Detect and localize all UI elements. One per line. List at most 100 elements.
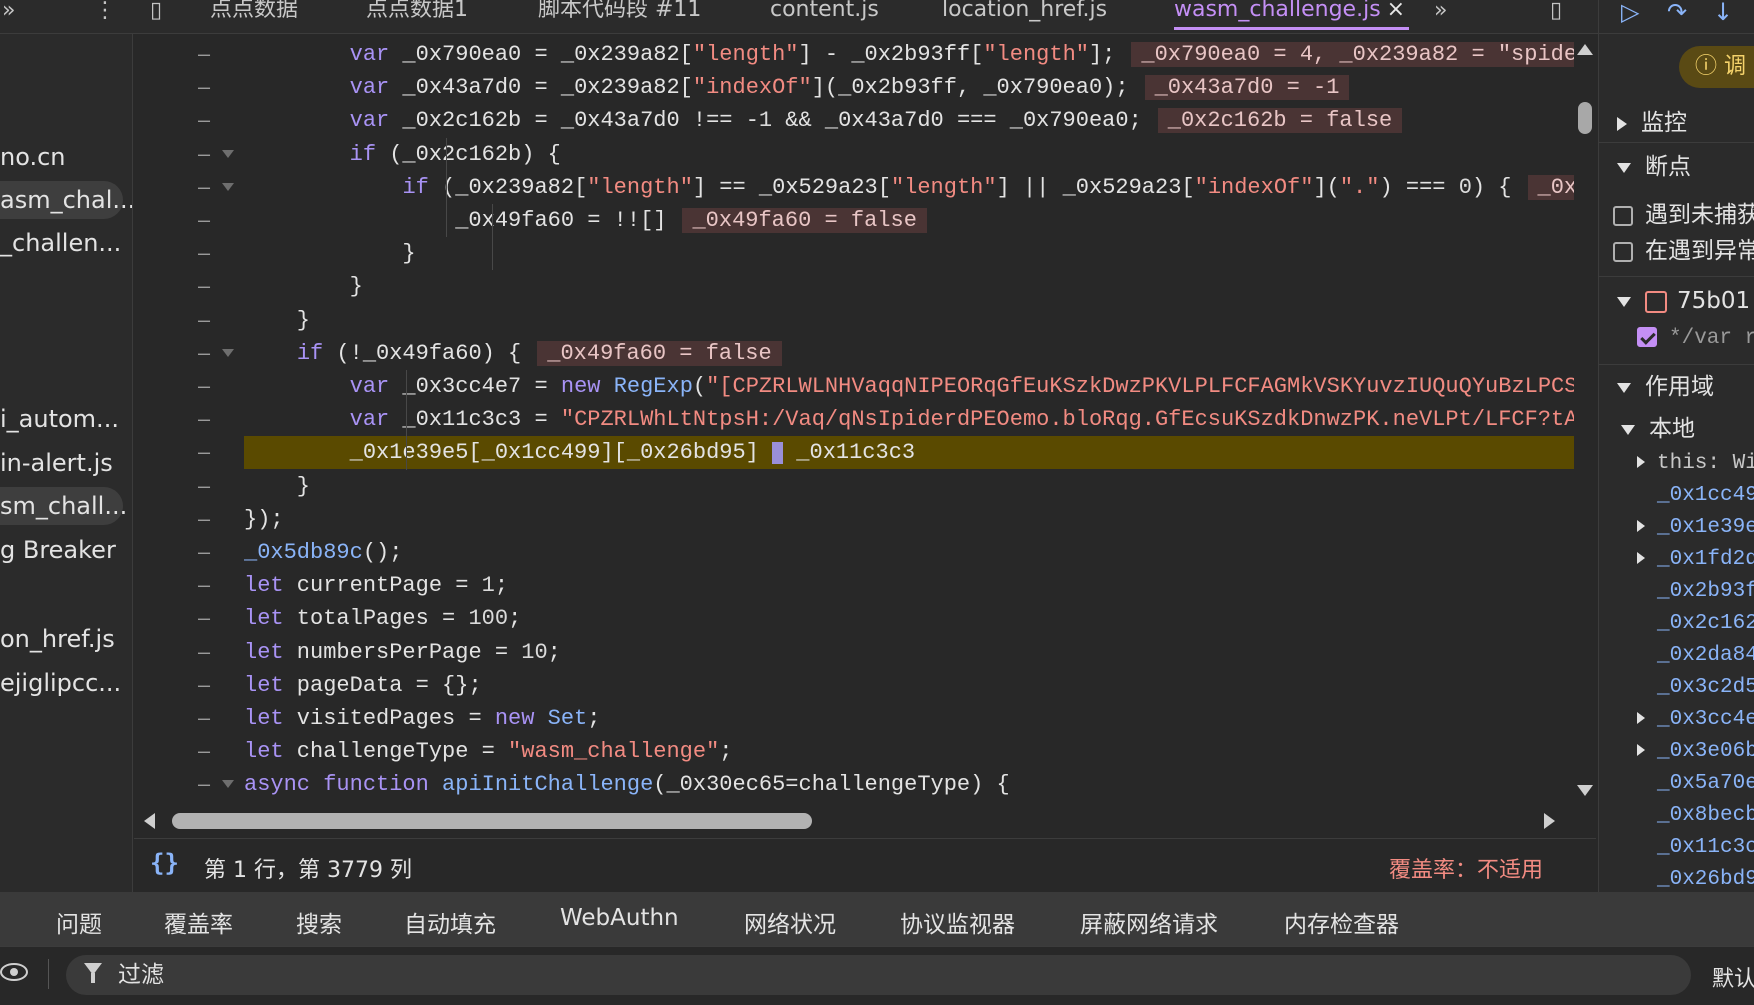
scope-variable[interactable]: _0x1cc49 <box>1657 480 1754 512</box>
code-area[interactable]: var _0x790ea0 = _0x239a82["length"] - _0… <box>244 34 1574 804</box>
gutter-row[interactable]: – <box>134 735 244 768</box>
scope-variable[interactable]: _0x1e39e <box>1637 512 1754 544</box>
kebab-menu-icon[interactable]: ⋮ <box>94 0 116 24</box>
console-filter[interactable] <box>66 955 1691 995</box>
drawer-tab-request-blocking[interactable]: 屏蔽网络请求 <box>1080 905 1218 939</box>
fold-icon[interactable] <box>222 348 234 357</box>
scope-variable[interactable]: _0x3cc4e <box>1637 704 1754 736</box>
expand-icon[interactable] <box>1637 552 1645 565</box>
navigator-item[interactable]: asm_chal... <box>0 181 132 219</box>
navigator-item[interactable]: ejiglipcc... <box>0 664 121 702</box>
gutter-row[interactable]: – <box>134 304 244 337</box>
gutter-row[interactable]: – <box>134 636 244 669</box>
debugger-paused-badge[interactable]: ⓘ 调 <box>1679 46 1754 88</box>
scope-variable[interactable]: _0x3c2d5 <box>1657 672 1754 704</box>
code-editor[interactable]: – – – – – – – – – – – – – – – – – – – – – – – var _0x790ea0 = … <box>134 34 1596 804</box>
gutter-row[interactable]: – <box>134 171 244 204</box>
gutter-row[interactable]: – <box>134 104 244 137</box>
log-levels-dropdown[interactable]: 默认 <box>1712 961 1754 993</box>
pause-caught-option[interactable]: 在遇到异常 <box>1599 234 1754 268</box>
horizontal-scrollbar[interactable] <box>134 808 1596 832</box>
gutter-row[interactable]: – <box>134 470 244 503</box>
vertical-scrollbar[interactable] <box>1574 34 1596 804</box>
gutter-row[interactable]: – <box>134 138 244 171</box>
expand-icon[interactable] <box>1637 520 1645 533</box>
eye-icon[interactable] <box>0 963 28 981</box>
scroll-up-icon[interactable] <box>1577 44 1593 55</box>
tab-wasm-challenge-js[interactable]: wasm_challenge.js × <box>1174 0 1410 30</box>
drawer-tab-autofill[interactable]: 自动填充 <box>404 905 496 939</box>
scope-variable[interactable]: _0x11c3c <box>1657 832 1754 864</box>
scope-variable[interactable]: this: Wi <box>1637 448 1754 480</box>
local-scope-header[interactable]: 本地 <box>1599 412 1754 446</box>
scope-variable[interactable]: _0x1fd2d <box>1637 544 1754 576</box>
drawer-tab-memory-inspector[interactable]: 内存检查器 <box>1284 905 1399 939</box>
expand-icon[interactable] <box>1637 456 1645 469</box>
gutter-row[interactable]: – <box>134 403 244 436</box>
gutter-row[interactable]: – <box>134 270 244 303</box>
tab-content-js[interactable]: content.js <box>770 0 879 30</box>
toggle-navigator-icon[interactable]: ▯ <box>150 0 162 24</box>
gutter-row[interactable]: – <box>134 237 244 270</box>
tab-snippet-11[interactable]: 脚本代码段 #11 <box>538 0 701 30</box>
gutter-row[interactable]: – <box>134 569 244 602</box>
navigator-item[interactable]: in-alert.js <box>0 444 113 482</box>
drawer-tab-webauthn[interactable]: WebAuthn <box>560 905 679 931</box>
pretty-print-icon[interactable]: {} <box>150 849 179 877</box>
scope-variable[interactable]: _0x8becb <box>1657 800 1754 832</box>
navigator-item[interactable]: sm_chall... <box>0 487 127 525</box>
scope-variable[interactable]: _0x5a70e <box>1657 768 1754 800</box>
gutter-row[interactable]: – <box>134 370 244 403</box>
tab-overflow-icon[interactable]: » <box>1434 0 1447 24</box>
fold-icon[interactable] <box>222 149 234 158</box>
scroll-down-icon[interactable] <box>1577 785 1593 796</box>
close-tab-icon[interactable]: × <box>1387 0 1405 22</box>
scroll-right-icon[interactable] <box>1544 813 1555 829</box>
step-into-icon[interactable]: ↓ <box>1713 0 1733 24</box>
fold-icon[interactable] <box>222 780 234 789</box>
watch-section-header[interactable]: 监控 <box>1599 106 1754 140</box>
breakpoint-file-header[interactable]: 75b01 <box>1599 284 1754 318</box>
drawer-tab-search[interactable]: 搜索 <box>296 905 342 939</box>
tab-diandian-data[interactable]: 点点数据 <box>210 0 298 30</box>
breakpoint-entry[interactable]: */var r <box>1599 322 1754 356</box>
gutter-row[interactable]: – <box>134 436 244 469</box>
step-over-icon[interactable]: ↷ <box>1667 0 1687 24</box>
scroll-left-icon[interactable] <box>144 813 155 829</box>
scroll-thumb[interactable] <box>1578 102 1592 134</box>
breakpoint-checkbox[interactable] <box>1637 327 1657 348</box>
expand-icon[interactable] <box>1637 712 1645 725</box>
navigator-item[interactable]: _challen... <box>0 224 121 262</box>
gutter-row[interactable]: – <box>134 71 244 104</box>
pause-uncaught-checkbox[interactable] <box>1613 205 1633 226</box>
fold-icon[interactable] <box>222 182 234 191</box>
gutter-row[interactable]: – <box>134 702 244 735</box>
pause-uncaught-option[interactable]: 遇到未捕获 <box>1599 198 1754 232</box>
gutter-row[interactable]: – <box>134 38 244 71</box>
drawer-tab-issues[interactable]: 问题 <box>56 905 102 939</box>
scope-variable[interactable]: _0x2c162 <box>1657 608 1754 640</box>
tab-location-href-js[interactable]: location_href.js <box>942 0 1107 30</box>
scope-variable[interactable]: _0x26bd9 <box>1657 864 1754 892</box>
toggle-debugger-icon[interactable]: ▯ <box>1550 0 1562 24</box>
gutter-row[interactable]: – <box>134 503 244 536</box>
scope-variable[interactable]: _0x3e06b <box>1637 736 1754 768</box>
editor-gutter[interactable]: – – – – – – – – – – – – – – – – – – – – – – – <box>134 34 244 804</box>
gutter-row[interactable]: – <box>134 602 244 635</box>
breakpoints-section-header[interactable]: 断点 <box>1599 150 1754 184</box>
drawer-tab-network-conditions[interactable]: 网络状况 <box>744 905 836 939</box>
gutter-row[interactable]: – <box>134 536 244 569</box>
gutter-row[interactable]: – <box>134 768 244 801</box>
more-tabs-icon[interactable]: » <box>2 0 15 24</box>
scope-variable[interactable]: _0x2b93f <box>1657 576 1754 608</box>
gutter-row[interactable]: – <box>134 204 244 237</box>
pause-caught-checkbox[interactable] <box>1613 241 1633 262</box>
filter-input[interactable] <box>118 959 1618 991</box>
drawer-tab-coverage[interactable]: 覆盖率 <box>164 905 233 939</box>
navigator-item[interactable]: on_href.js <box>0 620 115 658</box>
drawer-tab-protocol-monitor[interactable]: 协议监视器 <box>900 905 1015 939</box>
navigator-item[interactable]: no.cn <box>0 138 66 176</box>
navigator-item[interactable]: g Breaker <box>0 531 116 569</box>
navigator-item[interactable]: i_autom... <box>0 400 119 438</box>
resume-icon[interactable]: ▷ <box>1621 0 1639 24</box>
